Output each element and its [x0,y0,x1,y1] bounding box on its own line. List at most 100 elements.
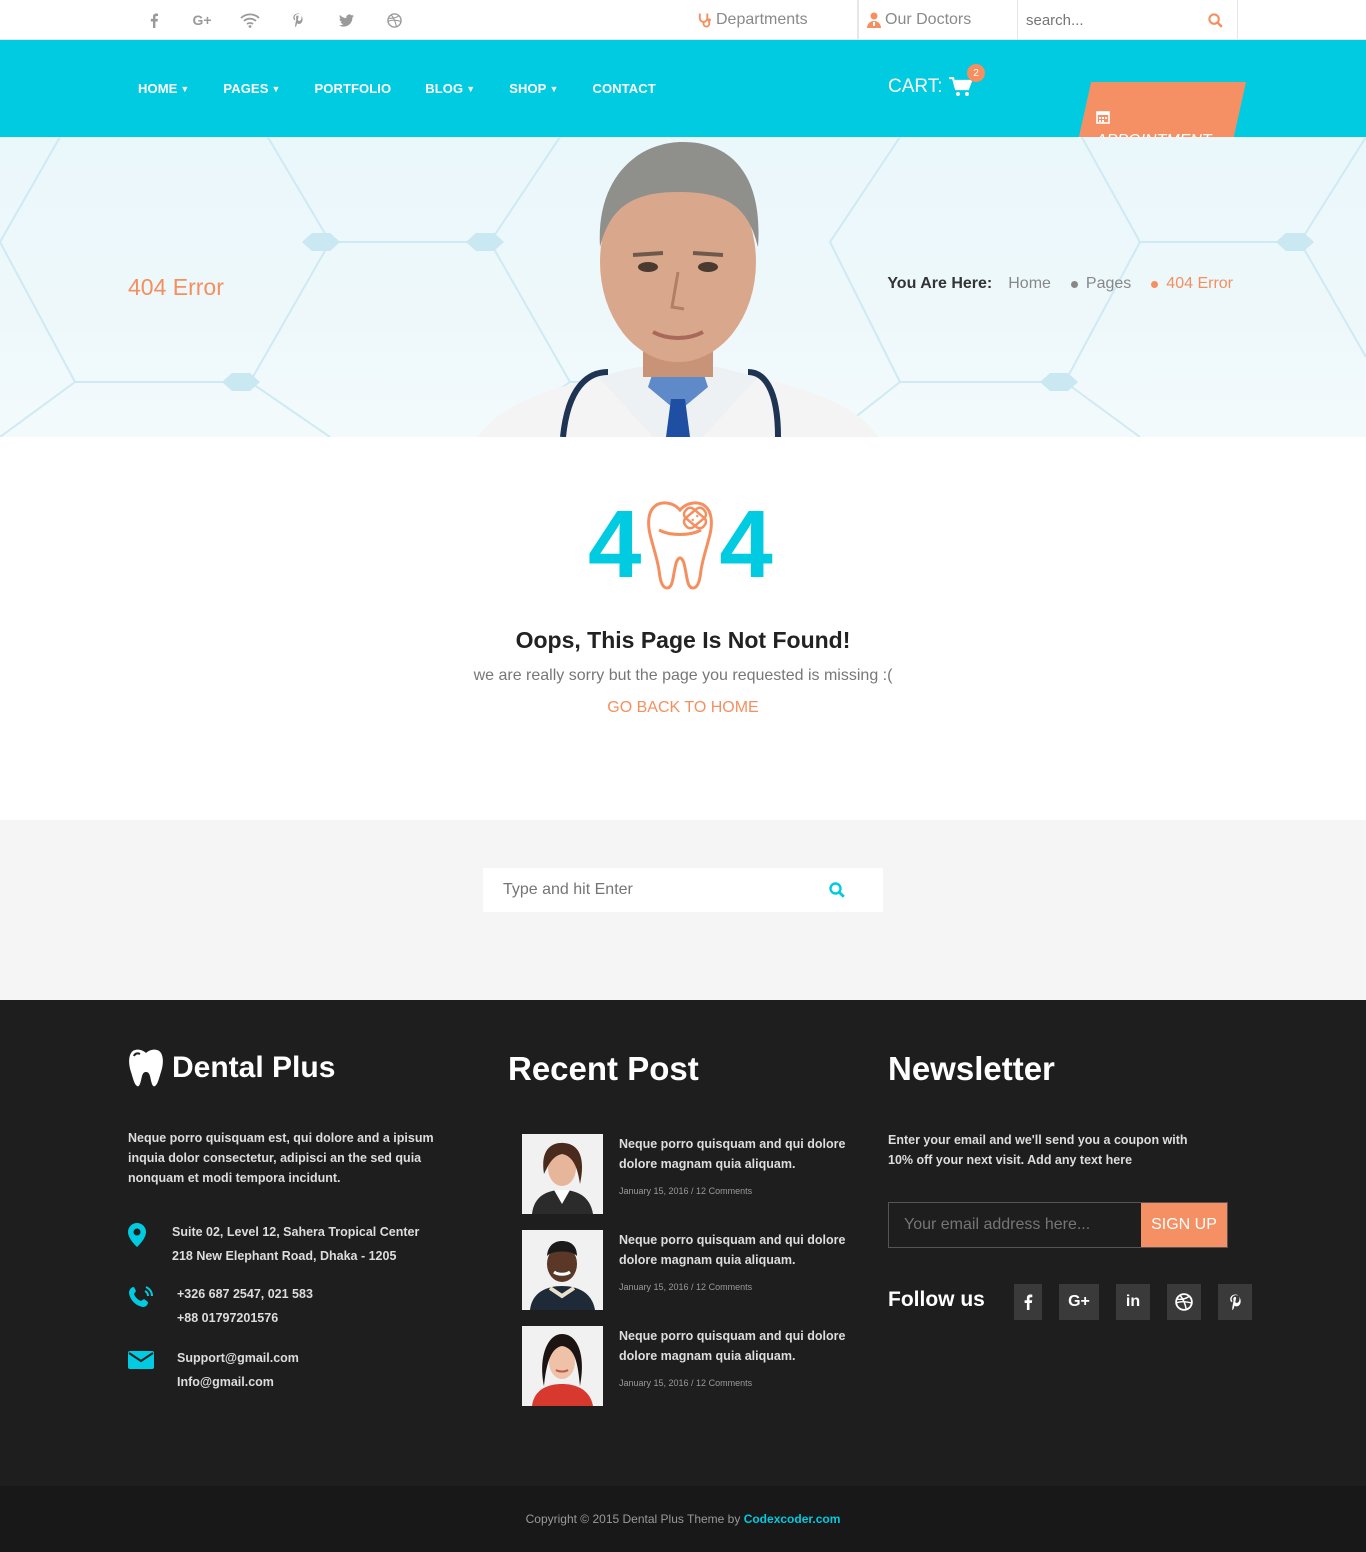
facebook-icon[interactable] [1014,1284,1042,1320]
breadcrumb-current: 404 Error [1151,275,1233,293]
recent-post[interactable]: Neque porro quisquam and qui dolore dolo… [522,1230,849,1310]
nav-portfolio[interactable]: PORTFOLIO [315,81,392,96]
dribbble-icon[interactable] [1167,1284,1201,1320]
post-title[interactable]: Neque porro quisquam and qui dolore dolo… [619,1230,849,1270]
go-back-home-link[interactable]: GO BACK TO HOME [0,699,1366,717]
tooth-icon [128,1048,164,1088]
google-plus-icon[interactable]: G+ [178,12,226,28]
pinterest-icon[interactable] [1218,1284,1252,1320]
breadcrumb-pages-label: Pages [1085,275,1132,292]
error-subtitle: we are really sorry but the page you req… [473,667,893,684]
error-title: Oops, This Page Is Not Found! [515,627,851,653]
newsletter-email-input[interactable] [889,1203,1141,1247]
post-title[interactable]: Neque porro quisquam and qui dolore dolo… [619,1326,849,1366]
main-nav: HOME ▼ PAGES ▼ PORTFOLIO BLOG ▼ SHOP ▼ CONTA… [0,40,1366,177]
top-search [1018,0,1238,40]
copyright-bar: Copyright © 2015 Dental Plus Theme by Co… [0,1486,1366,1552]
top-search-input[interactable] [1018,1,1208,39]
page-banner: 404 Error You Are Here: Home Pages 404 E… [0,137,1366,437]
footer-address: Suite 02, Level 12, Sahera Tropical Cent… [128,1220,419,1268]
error-section: 4 4 Oops, This Page Is Not Found! we are… [0,437,1366,820]
post-thumbnail[interactable] [522,1134,603,1214]
top-social-links: G+ [130,0,418,40]
address-line-1: Suite 02, Level 12, Sahera Tropical Cent… [172,1225,420,1239]
departments-label: Departments [716,11,808,28]
stethoscope-icon [697,12,712,28]
footer-phones: +326 687 2547, 021 583 +88 01797201576 [128,1282,313,1330]
top-bar: G+ Departments Our Doctors [0,0,1366,40]
search-input[interactable] [483,868,813,912]
newsletter-text: Enter your email and we'll send you a co… [888,1133,1188,1167]
footer-emails: Support@gmail.com Info@gmail.com [128,1346,299,1394]
error-code: 4 4 [588,497,773,593]
error-digit-right: 4 [719,491,773,598]
doctor-photo [478,142,878,437]
post-meta: January 15, 2016 / 12 Comments [619,1186,753,1196]
copyright: Copyright © 2015 Dental Plus Theme by Co… [0,1512,1366,1526]
copyright-text: Copyright © 2015 Dental Plus Theme by [525,1512,741,1526]
breadcrumb-home-label: Home [1008,275,1051,292]
footer: Dental Plus Neque porro quisquam est, qu… [0,1000,1366,1486]
caret-down-icon: ▼ [549,83,559,94]
shopping-cart-icon [948,77,973,97]
bullet-icon [1151,280,1159,288]
post-thumbnail[interactable] [522,1230,603,1310]
caret-down-icon: ▼ [271,83,281,94]
cart-count-badge: 2 [967,64,985,82]
nav-blog[interactable]: BLOG ▼ [425,81,475,96]
sign-up-button[interactable]: SIGN UP [1141,1203,1227,1247]
twitter-icon[interactable] [322,13,370,27]
calendar-icon [1096,110,1110,124]
nav-contact-label: CONTACT [592,81,656,96]
nav-portfolio-label: PORTFOLIO [314,81,392,96]
pinterest-icon[interactable] [274,12,322,28]
dribbble-icon[interactable] [370,12,418,28]
recent-post[interactable]: Neque porro quisquam and qui dolore dolo… [522,1134,849,1214]
search-icon[interactable] [829,882,845,898]
facebook-icon[interactable] [130,12,178,28]
envelope-icon [128,1346,177,1394]
recent-post-heading: Recent Post [508,1050,699,1087]
nav-pages[interactable]: PAGES ▼ [223,81,280,96]
follow-us-label: Follow us [888,1288,985,1311]
doctor-icon [867,12,881,28]
our-doctors-label: Our Doctors [885,11,972,28]
broken-tooth-icon [645,498,715,592]
newsletter-heading: Newsletter [888,1050,1055,1087]
footer-logo[interactable]: Dental Plus [128,1048,335,1088]
nav-home[interactable]: HOME ▼ [138,81,189,96]
search-icon[interactable] [1208,12,1223,28]
cart-label: CART: [888,76,943,97]
nav-pages-label: PAGES [223,81,269,96]
cart-button[interactable]: CART: 2 [888,64,985,98]
nav-shop-label: SHOP [509,81,547,96]
bullet-icon [1070,280,1078,288]
nav-shop[interactable]: SHOP ▼ [509,81,558,96]
breadcrumb-pages[interactable]: Pages [1070,275,1132,293]
wifi-icon[interactable] [226,13,274,28]
recent-post[interactable]: Neque porro quisquam and qui dolore dolo… [522,1326,849,1406]
google-plus-icon[interactable]: G+ [1059,1284,1099,1320]
search-box [483,868,883,912]
nav-contact[interactable]: CONTACT [592,81,655,96]
nav-blog-label: BLOG [425,81,464,96]
copyright-link[interactable]: Codexcoder.com [744,1512,841,1526]
post-meta: January 15, 2016 / 12 Comments [619,1378,753,1388]
footer-social-links: G+ in [1014,1284,1269,1320]
departments-link[interactable]: Departments [683,0,858,40]
footer-about: Neque porro quisquam est, qui dolore and… [128,1131,434,1185]
caret-down-icon: ▼ [180,83,190,94]
error-digit-left: 4 [588,491,642,598]
breadcrumb-prefix: You Are Here: [887,275,993,292]
phone-line-2: +88 01797201576 [177,1311,279,1325]
linkedin-icon[interactable]: in [1116,1284,1150,1320]
email-line-1[interactable]: Support@gmail.com [177,1346,299,1370]
breadcrumb-current-label: 404 Error [1166,275,1233,292]
breadcrumb-home[interactable]: Home [1008,275,1051,293]
phone-line-1: +326 687 2547, 021 583 [177,1287,313,1301]
main-menu: HOME ▼ PAGES ▼ PORTFOLIO BLOG ▼ SHOP ▼ CONTA… [138,40,690,137]
email-line-2[interactable]: Info@gmail.com [177,1370,299,1394]
post-title[interactable]: Neque porro quisquam and qui dolore dolo… [619,1134,849,1174]
post-thumbnail[interactable] [522,1326,603,1406]
our-doctors-link[interactable]: Our Doctors [858,0,1018,40]
